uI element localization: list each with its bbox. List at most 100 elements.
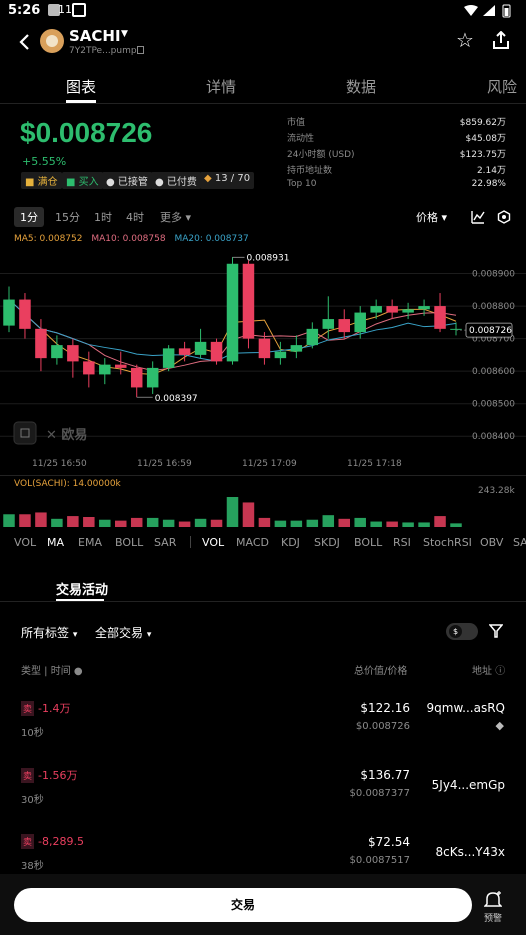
candlestick-chart[interactable]: 0.0089000.0088000.0087000.0086000.008500…: [0, 246, 526, 476]
token-dropdown-icon[interactable]: ▼: [121, 29, 128, 39]
ma-legend: MA5: 0.008752 MA10: 0.008758 MA20: 0.008…: [14, 234, 249, 244]
candle-body: [83, 361, 95, 375]
ind-boll-sub[interactable]: BOLL: [354, 536, 382, 549]
trade-row[interactable]: 卖 -1.4万 10秒: [21, 700, 70, 739]
badge-buy: ■ 买入: [62, 172, 103, 189]
alert-label[interactable]: 预警: [484, 911, 502, 924]
price-change: +5.55%: [22, 155, 67, 168]
volume-bar: [210, 519, 223, 527]
candle-body: [67, 345, 79, 362]
filter-tags-chevron-icon: ▾: [72, 630, 78, 640]
ind-rsi[interactable]: RSI: [393, 536, 411, 549]
filter-trades[interactable]: 全部交易 ▾: [95, 624, 151, 641]
trade-row[interactable]: 卖 -8,289.5 38秒: [21, 834, 84, 872]
price-mode-select[interactable]: 价格 ▾: [416, 209, 447, 225]
volume-bar: [290, 520, 303, 527]
alert-bell-icon[interactable]: [484, 891, 502, 909]
trade-price: $0.008726: [355, 721, 410, 732]
candle-body: [434, 306, 446, 329]
candle-body: [418, 306, 430, 310]
candle-body: [178, 348, 191, 355]
favorite-star-icon[interactable]: ☆: [456, 28, 474, 52]
volume-bar: [3, 514, 15, 527]
ind-vol-main[interactable]: VOL: [14, 536, 36, 549]
trade-address[interactable]: 9qmw...asRQ: [427, 701, 506, 715]
stat-holders: 持币地址数 2.14万: [287, 166, 506, 176]
timeframe-1h[interactable]: 1时: [94, 209, 112, 225]
volume-bar: [354, 517, 366, 527]
activity-title[interactable]: 交易活动: [56, 579, 108, 598]
volume-bar: [226, 497, 239, 527]
ind-ema[interactable]: EMA: [78, 536, 102, 549]
ind-stochrsi[interactable]: StochRSI: [423, 536, 472, 549]
candle-body: [370, 306, 382, 313]
filter-tags[interactable]: 所有标签 ▾: [21, 624, 77, 641]
volume-bar: [434, 516, 446, 527]
filter-funnel-icon[interactable]: [489, 624, 503, 638]
ma20-label: MA20: 0.008737: [174, 234, 249, 244]
status-network: 11: [58, 3, 72, 16]
timeframe-more[interactable]: 更多 ▾: [160, 209, 191, 225]
candle-body: [306, 328, 319, 346]
high-price-label: 0.008931: [247, 253, 290, 263]
dollar-icon: $: [449, 625, 462, 638]
status-bar: 5:26 11: [0, 0, 526, 22]
tab-risk[interactable]: 风险: [487, 76, 517, 97]
candle-body: [99, 364, 111, 375]
tab-data[interactable]: 数据: [346, 76, 376, 97]
chart-settings-icon[interactable]: [497, 210, 511, 224]
timeframe-15m[interactable]: 15分: [55, 209, 80, 225]
usd-toggle[interactable]: $: [446, 623, 478, 640]
ind-sa[interactable]: SA: [513, 536, 526, 549]
ind-boll-main[interactable]: BOLL: [115, 536, 143, 549]
y-tick-label: 0.008900: [472, 270, 515, 280]
app-badge-icon: [72, 3, 86, 17]
token-address: 7Y2TPe...pump: [69, 46, 137, 56]
x-tick-label: 11/25 16:50: [32, 459, 87, 469]
indicator-icon[interactable]: [471, 210, 485, 224]
back-icon[interactable]: [18, 34, 30, 50]
signal-icon: [483, 5, 495, 16]
ma10-label: MA10: 0.008758: [91, 234, 166, 244]
col-value-price: 总价值/价格: [354, 666, 408, 677]
people-icon: ●: [106, 177, 115, 188]
col-address: 地址 ⓘ: [472, 666, 506, 677]
stat-liquidity: 流动性 $45.08万: [287, 134, 506, 144]
volume-bar: [386, 521, 398, 527]
trade-side: 卖 -1.4万: [21, 701, 71, 716]
y-tick-label: 0.008500: [472, 400, 515, 410]
ind-ma[interactable]: MA: [47, 536, 64, 549]
ind-macd[interactable]: MACD: [236, 536, 269, 549]
candle-body: [322, 319, 335, 329]
trade-row[interactable]: 卖 -1.56万 30秒: [21, 767, 77, 806]
share-icon[interactable]: [492, 31, 510, 49]
candle-body: [194, 341, 207, 355]
candle-body: [354, 312, 366, 333]
ind-obv[interactable]: OBV: [480, 536, 503, 549]
token-name[interactable]: SACHI: [69, 27, 121, 45]
candle-body: [35, 328, 47, 359]
volume-label: VOL(SACHI): 14.00000k: [14, 479, 121, 489]
ind-kdj[interactable]: KDJ: [281, 536, 300, 549]
trade-button[interactable]: 交易: [14, 888, 472, 922]
timeframe-1m[interactable]: 1分: [14, 207, 44, 227]
ind-vol-sub[interactable]: VOL: [202, 536, 224, 549]
tab-details[interactable]: 详情: [206, 76, 236, 97]
ind-skdj[interactable]: SKDJ: [314, 536, 340, 549]
trade-value: $136.77: [360, 768, 410, 782]
token-avatar: [40, 29, 64, 53]
volume-bar: [370, 521, 382, 527]
candle-body: [130, 367, 143, 388]
trade-address[interactable]: 5Jy4...emGp: [432, 778, 505, 792]
timeframe-4h[interactable]: 4时: [126, 209, 144, 225]
ind-sar[interactable]: SAR: [154, 536, 176, 549]
x-tick-label: 11/25 17:09: [242, 459, 297, 469]
trade-side: 卖 -8,289.5: [21, 834, 84, 849]
copy-icon[interactable]: [137, 46, 144, 54]
trade-address[interactable]: 8cKs...Y43x: [436, 845, 506, 859]
tab-chart[interactable]: 图表: [66, 76, 96, 97]
candle-body: [146, 367, 159, 388]
trade-time: 10秒: [21, 728, 44, 739]
volume-bar: [130, 517, 143, 527]
volume-bar: [274, 520, 287, 527]
